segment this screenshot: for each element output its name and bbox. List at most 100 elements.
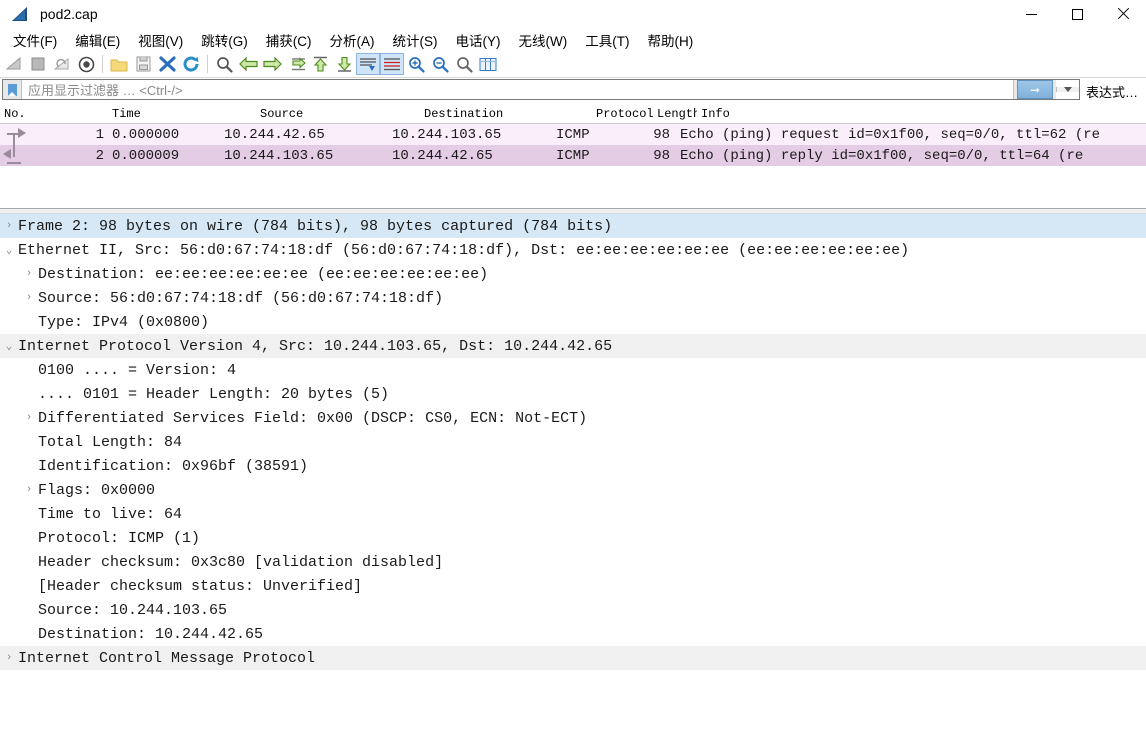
detail-row-dsfield[interactable]: › Differentiated Services Field: 0x00 (D…: [0, 406, 1146, 430]
chevron-right-icon[interactable]: ›: [0, 652, 18, 664]
column-header-source[interactable]: Source: [256, 107, 420, 121]
detail-row-label: Header checksum: 0x3c80 [validation disa…: [38, 553, 444, 571]
detail-row-label: Flags: 0x0000: [38, 481, 156, 499]
colorize-icon[interactable]: [380, 53, 404, 75]
close-file-icon[interactable]: [155, 53, 179, 75]
column-header-info[interactable]: Info: [697, 107, 1146, 121]
zoom-out-icon[interactable]: [428, 53, 452, 75]
chevron-down-icon[interactable]: ⌄: [0, 339, 18, 353]
column-header-length[interactable]: Length: [653, 107, 697, 121]
detail-row-label: Frame 2: 98 bytes on wire (784 bits), 98…: [18, 217, 613, 235]
detail-row-label: Total Length: 84: [38, 433, 183, 451]
chevron-right-icon[interactable]: ›: [20, 292, 38, 304]
detail-row-ipv4[interactable]: ⌄ Internet Protocol Version 4, Src: 10.2…: [0, 334, 1146, 358]
open-file-icon[interactable]: [107, 53, 131, 75]
display-filter-bar: 应用显示过滤器 … <Ctrl-/> ➞ 表达式…: [0, 78, 1146, 105]
column-header-protocol[interactable]: Protocol: [592, 107, 653, 121]
menu-file[interactable]: 文件(F): [4, 28, 66, 52]
cell-source: 10.244.103.65: [224, 147, 334, 164]
maximize-button[interactable]: [1054, 0, 1100, 28]
detail-row-header-checksum[interactable]: Header checksum: 0x3c80 [validation disa…: [0, 550, 1146, 574]
menu-tools[interactable]: 工具(T): [576, 28, 638, 52]
capture-options-icon[interactable]: [74, 53, 98, 75]
save-file-icon[interactable]: [131, 53, 155, 75]
detail-row-icmp[interactable]: › Internet Control Message Protocol: [0, 646, 1146, 670]
detail-row-ttl[interactable]: Time to live: 64: [0, 502, 1146, 526]
start-capture-icon[interactable]: [2, 53, 26, 75]
filter-history-dropdown[interactable]: [1055, 87, 1079, 92]
detail-row-frame[interactable]: › Frame 2: 98 bytes on wire (784 bits), …: [0, 214, 1146, 238]
detail-row-ip-header-length[interactable]: .... 0101 = Header Length: 20 bytes (5): [0, 382, 1146, 406]
detail-row-ethernet[interactable]: ⌄ Ethernet II, Src: 56:d0:67:74:18:df (5…: [0, 238, 1146, 262]
go-forward-icon[interactable]: [260, 53, 284, 75]
menu-edit[interactable]: 编辑(E): [66, 28, 129, 52]
cell-destination: 10.244.103.65: [392, 126, 502, 143]
minimize-button[interactable]: [1008, 0, 1054, 28]
detail-row-protocol[interactable]: Protocol: ICMP (1): [0, 526, 1146, 550]
column-header-destination[interactable]: Destination: [420, 107, 592, 121]
go-to-last-icon[interactable]: [332, 53, 356, 75]
go-to-packet-icon[interactable]: [284, 53, 308, 75]
cell-info: Echo (ping) reply id=0x1f00, seq=0/0, tt…: [680, 147, 1084, 164]
menu-help[interactable]: 帮助(H): [638, 28, 702, 52]
cell-no: 2: [95, 147, 104, 164]
detail-row-flags[interactable]: › Flags: 0x0000: [0, 478, 1146, 502]
detail-row-header-checksum-status[interactable]: [Header checksum status: Unverified]: [0, 574, 1146, 598]
go-back-icon[interactable]: [236, 53, 260, 75]
zoom-in-icon[interactable]: [404, 53, 428, 75]
cell-protocol: ICMP: [556, 126, 590, 143]
menu-analyze[interactable]: 分析(A): [321, 28, 384, 52]
resize-columns-icon[interactable]: [476, 53, 500, 75]
detail-row-eth-destination[interactable]: › Destination: ee:ee:ee:ee:ee:ee (ee:ee:…: [0, 262, 1146, 286]
column-header-no[interactable]: No.: [0, 107, 108, 121]
packet-details-pane: › Frame 2: 98 bytes on wire (784 bits), …: [0, 214, 1146, 670]
menu-view[interactable]: 视图(V): [129, 28, 192, 52]
close-button[interactable]: [1100, 0, 1146, 28]
menu-wireless[interactable]: 无线(W): [510, 28, 577, 52]
filter-expression-button[interactable]: 表达式…: [1080, 79, 1144, 103]
menu-telephony[interactable]: 电话(Y): [447, 28, 510, 52]
wireshark-fin-icon: [8, 3, 34, 25]
stop-capture-icon[interactable]: [26, 53, 50, 75]
detail-row-eth-source[interactable]: › Source: 56:d0:67:74:18:df (56:d0:67:74…: [0, 286, 1146, 310]
menu-statistics[interactable]: 统计(S): [384, 28, 447, 52]
detail-row-ip-source[interactable]: Source: 10.244.103.65: [0, 598, 1146, 622]
table-row[interactable]: 2 0.000009 10.244.103.65 10.244.42.65 IC…: [0, 145, 1146, 166]
cell-length: 98: [653, 126, 670, 143]
filter-input-box[interactable]: 应用显示过滤器 … <Ctrl-/> ➞: [2, 79, 1080, 100]
zoom-reset-icon[interactable]: [452, 53, 476, 75]
detail-row-label: Time to live: 64: [38, 505, 183, 523]
detail-row-total-length[interactable]: Total Length: 84: [0, 430, 1146, 454]
detail-row-ip-destination[interactable]: Destination: 10.244.42.65: [0, 622, 1146, 646]
chevron-right-icon[interactable]: ›: [20, 268, 38, 280]
find-packet-icon[interactable]: [212, 53, 236, 75]
detail-row-ip-version[interactable]: 0100 .... = Version: 4: [0, 358, 1146, 382]
detail-row-identification[interactable]: Identification: 0x96bf (38591): [0, 454, 1146, 478]
apply-filter-button[interactable]: ➞: [1012, 80, 1056, 99]
chevron-right-icon[interactable]: ›: [0, 220, 18, 232]
cell-time: 0.000000: [112, 126, 180, 143]
detail-row-label: Source: 10.244.103.65: [38, 601, 228, 619]
menu-go[interactable]: 跳转(G): [192, 28, 257, 52]
separator-2: [207, 55, 208, 73]
chevron-right-icon[interactable]: ›: [20, 412, 38, 424]
chevron-down-icon[interactable]: ⌄: [0, 243, 18, 257]
chevron-right-icon[interactable]: ›: [20, 484, 38, 496]
filter-input[interactable]: 应用显示过滤器 … <Ctrl-/>: [22, 80, 1013, 99]
auto-scroll-icon[interactable]: [356, 53, 380, 75]
cell-no: 1: [95, 126, 104, 143]
detail-row-label: 0100 .... = Version: 4: [38, 361, 237, 379]
detail-row-label: Source: 56:d0:67:74:18:df (56:d0:67:74:1…: [38, 289, 444, 307]
detail-row-label: Destination: 10.244.42.65: [38, 625, 264, 643]
cell-destination: 10.244.42.65: [392, 147, 493, 164]
cell-time: 0.000009: [112, 147, 180, 164]
column-header-time[interactable]: Time: [108, 107, 256, 121]
go-to-first-icon[interactable]: [308, 53, 332, 75]
bookmark-icon[interactable]: [3, 80, 22, 99]
restart-capture-icon[interactable]: [50, 53, 74, 75]
separator-1: [102, 55, 103, 73]
detail-row-eth-type[interactable]: Type: IPv4 (0x0800): [0, 310, 1146, 334]
menu-capture[interactable]: 捕获(C): [257, 28, 321, 52]
table-row[interactable]: 1 0.000000 10.244.42.65 10.244.103.65 IC…: [0, 124, 1146, 145]
reload-file-icon[interactable]: [179, 53, 203, 75]
